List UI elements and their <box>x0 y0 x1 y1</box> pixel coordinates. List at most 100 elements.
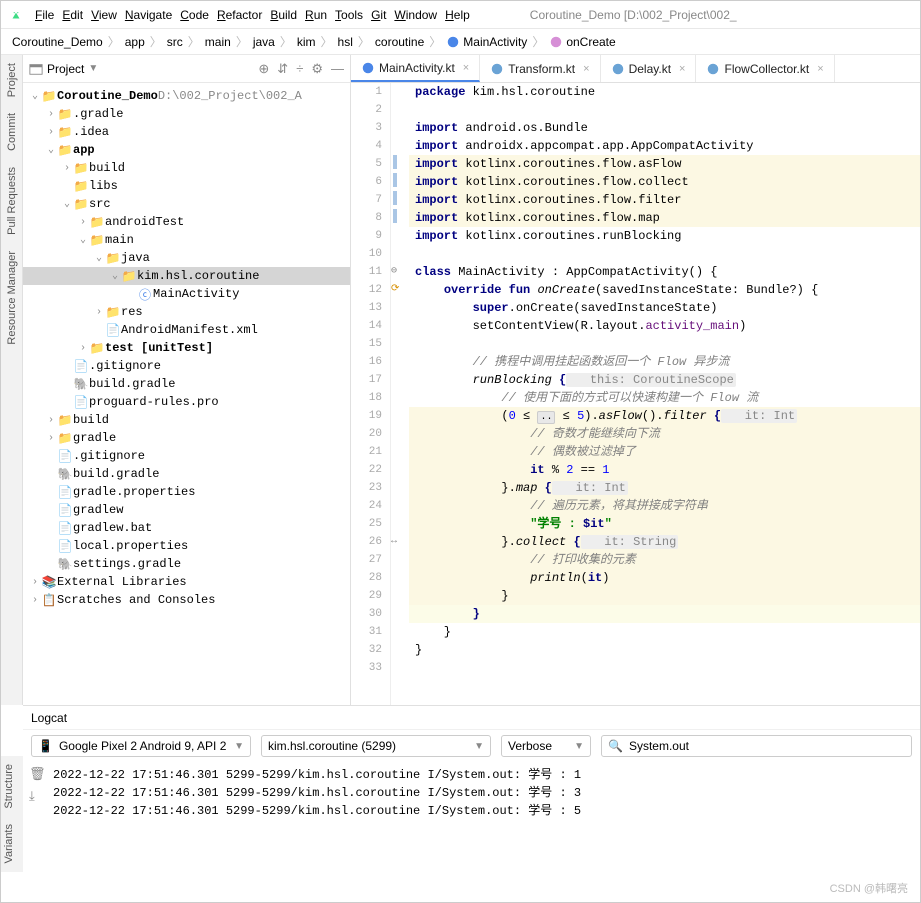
code-line[interactable]: } <box>409 641 920 659</box>
scroll-end-icon[interactable]: ⤓ <box>29 788 46 806</box>
log-line[interactable]: 2022-12-22 17:51:46.301 5299-5299/kim.hs… <box>53 766 912 784</box>
close-icon[interactable]: × <box>463 62 469 74</box>
menu-file[interactable]: File <box>35 8 54 22</box>
sidebar-tab-project[interactable]: Project <box>4 55 20 105</box>
tree-row[interactable]: ⌄📁java <box>23 249 350 267</box>
tree-row[interactable]: ⌄📁src <box>23 195 350 213</box>
tree-row[interactable]: 🐘build.gradle <box>23 465 350 483</box>
tree-row[interactable]: 📄.gitignore <box>23 447 350 465</box>
log-output[interactable]: 🗑 ⤓ 2022-12-22 17:51:46.301 5299-5299/ki… <box>23 762 920 840</box>
tree-row[interactable]: ⓒMainActivity <box>23 285 350 303</box>
code-line[interactable]: // 使用下面的方式可以快速构建一个 Flow 流 <box>409 389 920 407</box>
close-icon[interactable]: × <box>583 63 589 75</box>
tree-row[interactable]: 📄gradlew.bat <box>23 519 350 537</box>
tree-row[interactable]: ›📁.idea <box>23 123 350 141</box>
code-line[interactable]: import kotlinx.coroutines.flow.asFlow <box>409 155 920 173</box>
code-line[interactable]: import kotlinx.coroutines.flow.filter <box>409 191 920 209</box>
breadcrumb-item[interactable]: java <box>250 35 278 49</box>
tree-row[interactable]: 🐘settings.gradle <box>23 555 350 573</box>
tree-row[interactable]: ›📁androidTest <box>23 213 350 231</box>
target-icon[interactable]: ⊕ <box>258 61 269 77</box>
code-line[interactable]: // 打印收集的元素 <box>409 551 920 569</box>
code-line[interactable]: import kotlinx.coroutines.runBlocking <box>409 227 920 245</box>
code-line[interactable]: // 遍历元素，将其拼接成字符串 <box>409 497 920 515</box>
tree-row[interactable]: 📄gradle.properties <box>23 483 350 501</box>
code-line[interactable] <box>409 659 920 677</box>
hide-icon[interactable]: — <box>331 61 344 77</box>
tree-row[interactable]: 📄gradlew <box>23 501 350 519</box>
breadcrumb-item[interactable]: coroutine <box>372 35 427 49</box>
log-level-selector[interactable]: Verbose▼ <box>501 735 591 757</box>
tree-row[interactable]: ⌄📁main <box>23 231 350 249</box>
code-line[interactable]: println(it) <box>409 569 920 587</box>
code-line[interactable] <box>409 101 920 119</box>
code-line[interactable]: } <box>409 605 920 623</box>
code-line[interactable]: import android.os.Bundle <box>409 119 920 137</box>
tree-row[interactable]: 📄local.properties <box>23 537 350 555</box>
editor-tab[interactable]: FlowCollector.kt× <box>696 55 834 82</box>
code-line[interactable]: }.map { it: Int <box>409 479 920 497</box>
device-selector[interactable]: 📱Google Pixel 2 Android 9, API 2▼ <box>31 735 251 757</box>
code-line[interactable]: // 偶数被过滤掉了 <box>409 443 920 461</box>
code-line[interactable]: // 奇数才能继续向下流 <box>409 425 920 443</box>
tree-row[interactable]: ›📚External Libraries <box>23 573 350 591</box>
expand-icon[interactable]: ⇵ <box>277 61 288 77</box>
tree-row[interactable]: ›📁res <box>23 303 350 321</box>
menu-navigate[interactable]: Navigate <box>125 8 172 22</box>
breadcrumb-item[interactable]: kim <box>294 35 319 49</box>
project-view-label[interactable]: Project <box>47 62 84 76</box>
sidebar-tab-structure[interactable]: Structure <box>1 756 17 817</box>
code-line[interactable]: } <box>409 623 920 641</box>
tree-row[interactable]: ›📁gradle <box>23 429 350 447</box>
menu-build[interactable]: Build <box>270 8 297 22</box>
code-line[interactable]: runBlocking { this: CoroutineScope <box>409 371 920 389</box>
menu-view[interactable]: View <box>91 8 117 22</box>
code-line[interactable]: override fun onCreate(savedInstanceState… <box>409 281 920 299</box>
package-selector[interactable]: kim.hsl.coroutine (5299)▼ <box>261 735 491 757</box>
tree-row[interactable]: ›📁build <box>23 159 350 177</box>
tree-row[interactable]: ⌄📁app <box>23 141 350 159</box>
filter-input[interactable]: 🔍System.out <box>601 735 912 757</box>
code-line[interactable]: import kotlinx.coroutines.flow.map <box>409 209 920 227</box>
logcat-title[interactable]: Logcat <box>31 711 67 725</box>
tree-row[interactable]: ›📁.gradle <box>23 105 350 123</box>
menu-git[interactable]: Git <box>371 8 386 22</box>
tree-row[interactable]: ›📁build <box>23 411 350 429</box>
tree-row[interactable]: ⌄📁kim.hsl.coroutine <box>23 267 350 285</box>
code-line[interactable]: super.onCreate(savedInstanceState) <box>409 299 920 317</box>
trash-icon[interactable]: 🗑 <box>29 766 46 784</box>
code-editor[interactable]: package kim.hsl.coroutine import android.… <box>409 83 920 705</box>
code-line[interactable] <box>409 335 920 353</box>
gear-icon[interactable]: ⚙ <box>311 61 323 77</box>
breadcrumb-item[interactable]: app <box>122 35 148 49</box>
editor-tab[interactable]: MainActivity.kt× <box>351 55 480 82</box>
code-line[interactable] <box>409 245 920 263</box>
menu-tools[interactable]: Tools <box>335 8 363 22</box>
menu-run[interactable]: Run <box>305 8 327 22</box>
editor-tab[interactable]: Transform.kt× <box>480 55 600 82</box>
code-line[interactable]: } <box>409 587 920 605</box>
code-line[interactable]: (0 ≤ .. ≤ 5).asFlow().filter { it: Int <box>409 407 920 425</box>
tree-row[interactable]: ›📋Scratches and Consoles <box>23 591 350 609</box>
code-line[interactable]: import kotlinx.coroutines.flow.collect <box>409 173 920 191</box>
breadcrumb-item[interactable]: hsl <box>335 35 356 49</box>
code-line[interactable]: "学号 : $it" <box>409 515 920 533</box>
close-icon[interactable]: × <box>679 63 685 75</box>
breadcrumb-item[interactable]: Coroutine_Demo <box>9 35 106 49</box>
code-line[interactable]: setContentView(R.layout.activity_main) <box>409 317 920 335</box>
menu-help[interactable]: Help <box>445 8 470 22</box>
sidebar-tab-resource-manager[interactable]: Resource Manager <box>4 243 20 353</box>
breadcrumb-item[interactable]: MainActivity <box>443 35 530 49</box>
sidebar-tab-pull-requests[interactable]: Pull Requests <box>4 159 20 243</box>
menu-window[interactable]: Window <box>394 8 437 22</box>
tree-row[interactable]: ›📁test [unitTest] <box>23 339 350 357</box>
editor-tab[interactable]: Delay.kt× <box>601 55 697 82</box>
tree-row[interactable]: 🐘build.gradle <box>23 375 350 393</box>
code-line[interactable]: it % 2 == 1 <box>409 461 920 479</box>
menu-code[interactable]: Code <box>180 8 209 22</box>
code-line[interactable]: class MainActivity : AppCompatActivity()… <box>409 263 920 281</box>
menu-edit[interactable]: Edit <box>62 8 83 22</box>
code-line[interactable]: package kim.hsl.coroutine <box>409 83 920 101</box>
code-line[interactable]: import androidx.appcompat.app.AppCompatA… <box>409 137 920 155</box>
log-line[interactable]: 2022-12-22 17:51:46.301 5299-5299/kim.hs… <box>53 802 912 820</box>
